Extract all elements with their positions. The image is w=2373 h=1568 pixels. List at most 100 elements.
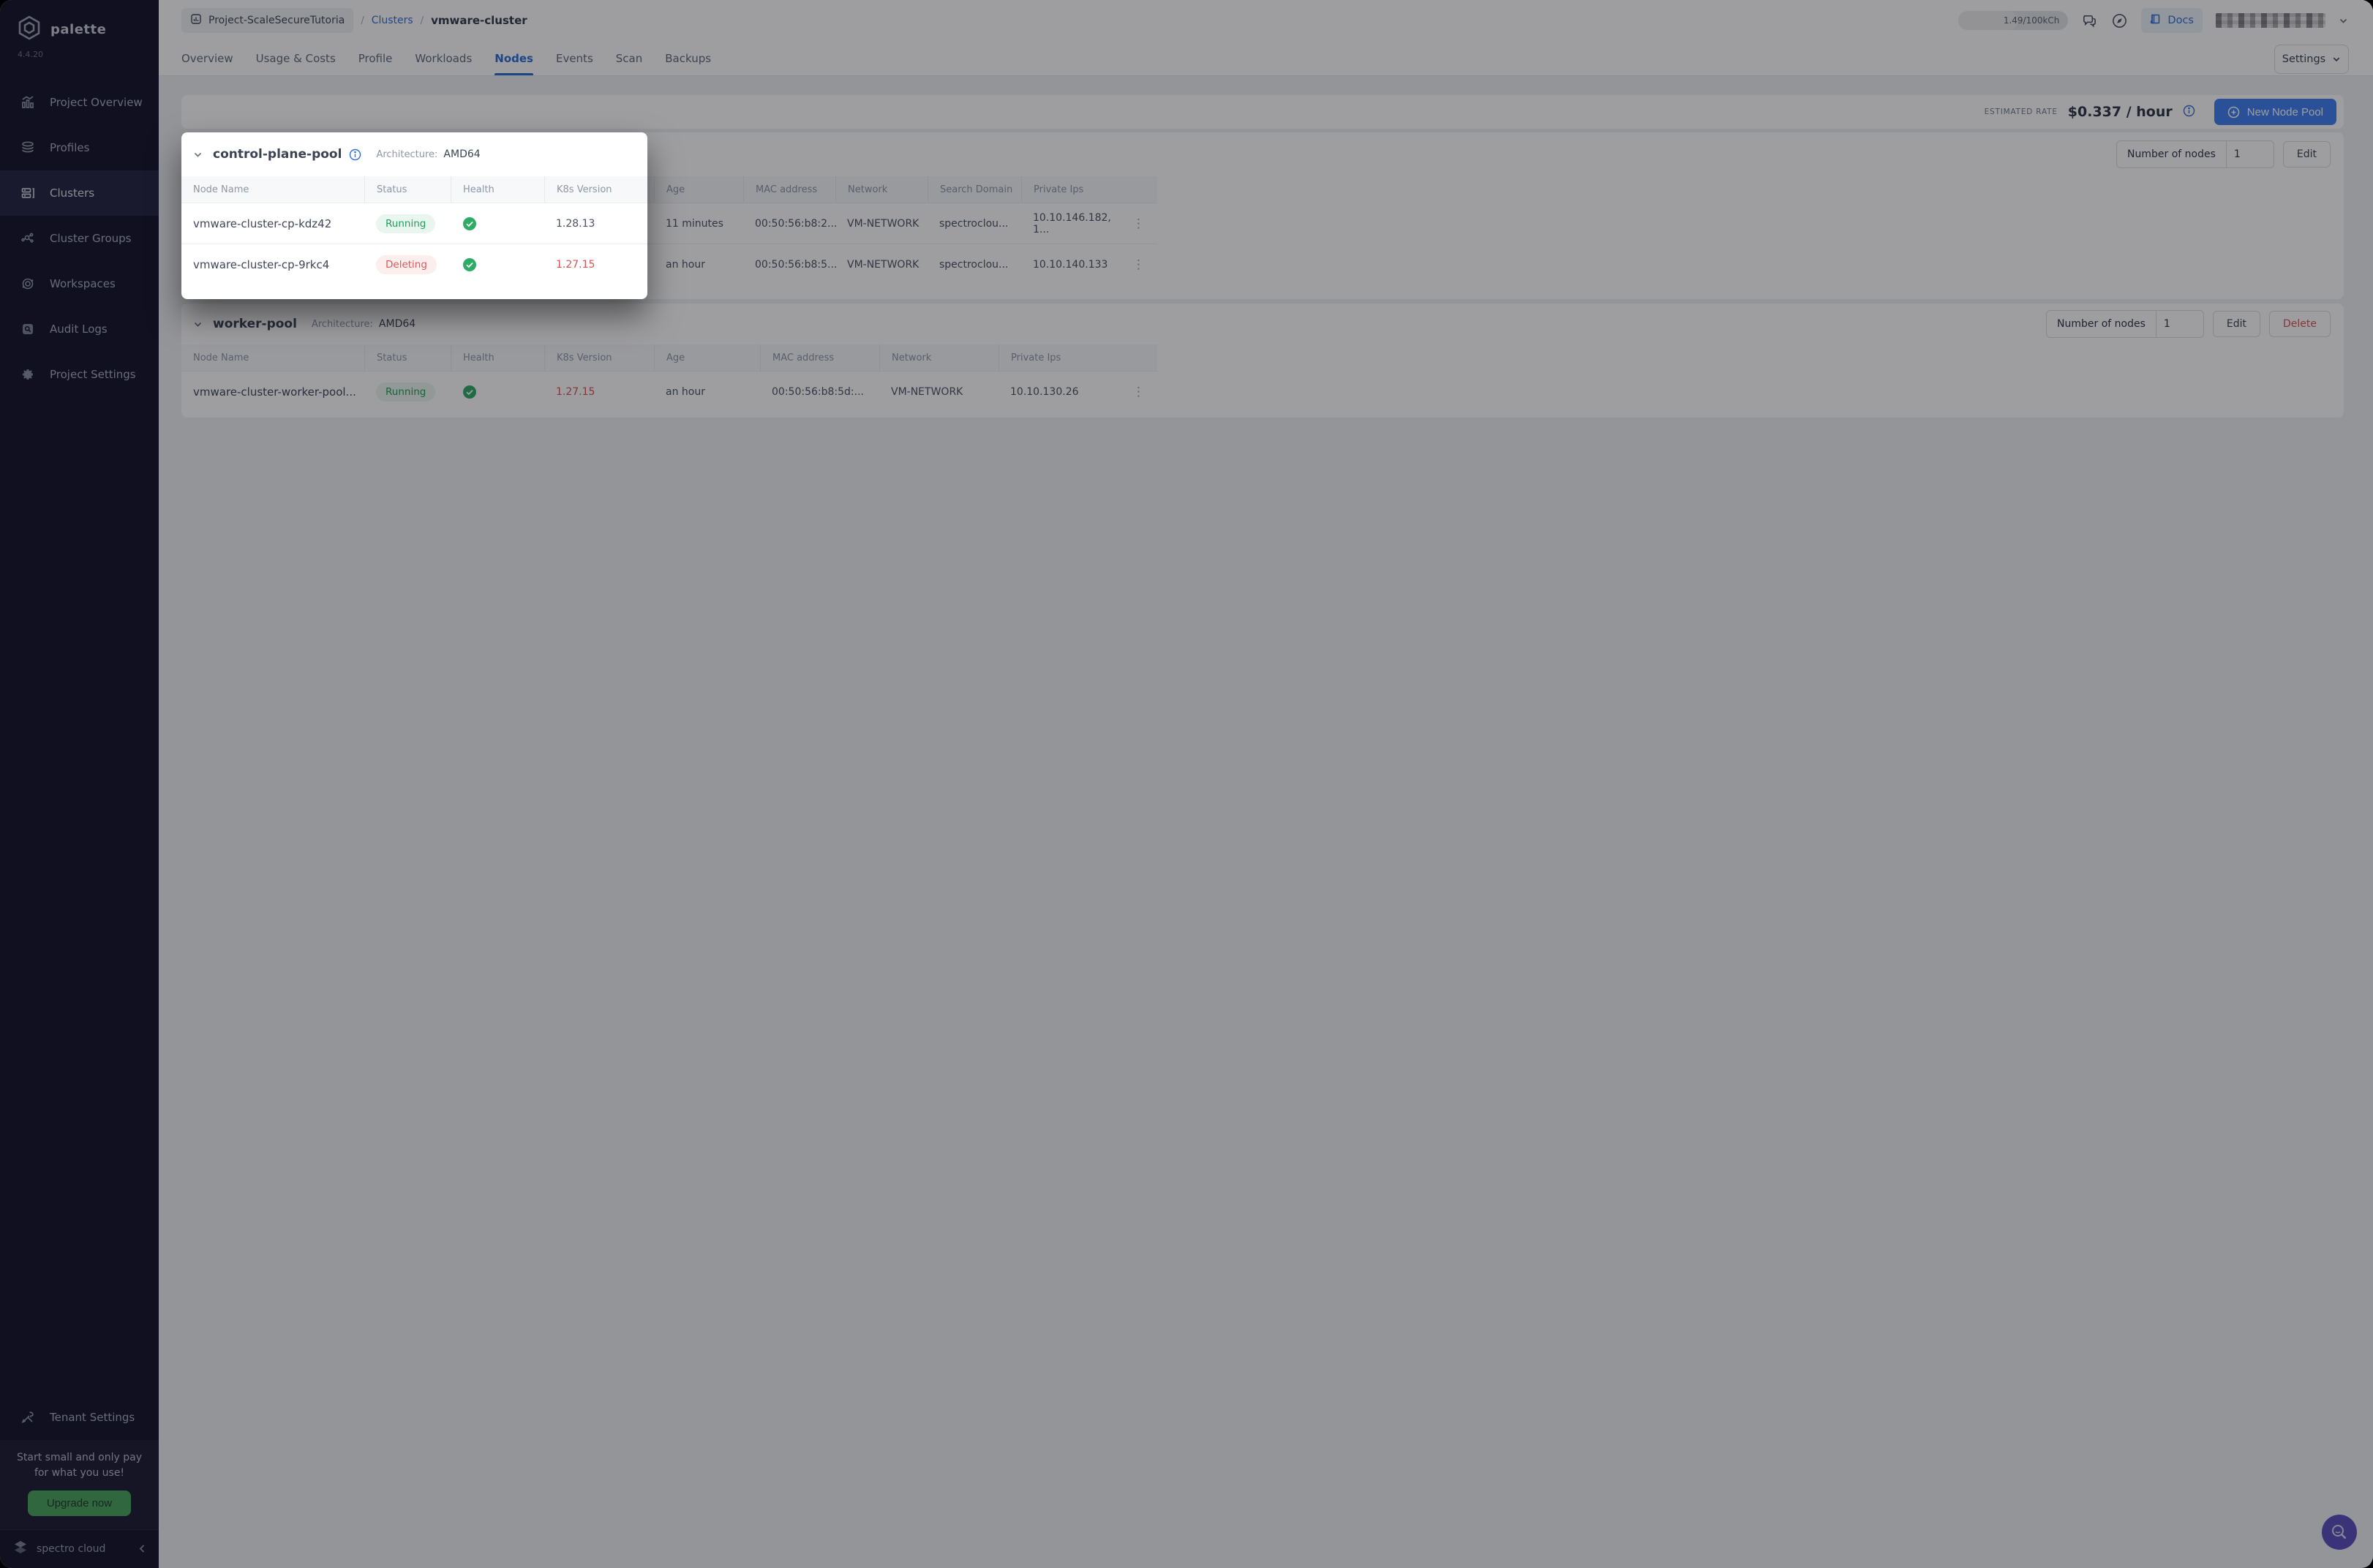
rate-info-icon[interactable] (2183, 105, 2195, 120)
orbit-icon (19, 276, 37, 291)
new-node-pool-button[interactable]: New Node Pool (2214, 99, 2336, 125)
tab-usage-costs[interactable]: Usage & Costs (256, 41, 336, 75)
pool-name: worker-pool (213, 317, 297, 331)
docs-button[interactable]: Docs (2141, 8, 2203, 33)
pool-name: control-plane-pool (213, 147, 342, 162)
row-actions-kebab-icon[interactable]: ⋮ (1128, 371, 1157, 412)
number-of-nodes-control: Number of nodes 1 (2116, 140, 2274, 168)
gear-icon (19, 367, 37, 382)
sidebar-item-tenant-settings[interactable]: Tenant Settings (0, 1395, 159, 1440)
column-header: Age (654, 176, 743, 203)
status-badge: Running (376, 382, 435, 402)
health-ok-icon (462, 385, 477, 399)
sidebar-item-label: Workspaces (50, 277, 116, 290)
sidebar-item-workspaces[interactable]: Workspaces (0, 261, 159, 306)
sidebar-item-audit-logs[interactable]: Audit Logs (0, 306, 159, 352)
column-header-actions (1128, 176, 1157, 203)
node-search-domain: spectroclou... (928, 244, 1021, 284)
architecture-label: Architecture: (312, 319, 373, 330)
node-age: an hour (654, 371, 760, 412)
breadcrumb-separator: / (361, 15, 364, 26)
column-header: Search Domain (928, 176, 1021, 203)
sidebar-bottom: Tenant Settings Start small and only pay… (0, 1395, 159, 1568)
column-header: Private Ips (999, 344, 1128, 371)
sidebar-item-cluster-groups[interactable]: Cluster Groups (0, 216, 159, 261)
node-name: vmware-cluster-worker-pool... (181, 371, 364, 412)
node-status: Running (364, 371, 451, 412)
upgrade-now-button[interactable]: Upgrade now (28, 1490, 131, 1516)
breadcrumb-cluster-name: vmware-cluster (431, 14, 527, 27)
settings-button[interactable]: Settings (2274, 45, 2349, 74)
chart-icon (19, 95, 37, 110)
node-age: an hour (654, 244, 743, 284)
sidebar-item-label: Cluster Groups (50, 232, 132, 245)
worker-pool-section: worker-pool Architecture: AMD64 Number o… (181, 304, 2344, 418)
sidebar-item-profiles[interactable]: Profiles (0, 125, 159, 170)
row-actions-kebab-icon[interactable]: ⋮ (1128, 244, 1157, 284)
sidebar: palette 4.4.20 Project Overview Profiles (0, 0, 159, 1568)
promo-line1: Start small and only pay (17, 1452, 142, 1463)
sidebar-item-clusters[interactable]: Clusters (0, 170, 159, 216)
sidebar-item-project-overview[interactable]: Project Overview (0, 80, 159, 125)
cluster-tabs: Overview Usage & Costs Profile Workloads… (159, 41, 2373, 76)
column-header: Private Ips (1021, 176, 1128, 203)
sidebar-item-label: Clusters (50, 186, 94, 200)
edit-pool-button[interactable]: Edit (2213, 311, 2260, 337)
chat-icon[interactable] (2081, 12, 2098, 29)
delete-pool-button[interactable]: Delete (2269, 311, 2331, 337)
node-search-domain: spectroclou... (928, 203, 1021, 244)
column-header: Network (835, 176, 928, 203)
row-actions-kebab-icon[interactable]: ⋮ (1128, 203, 1157, 244)
breadcrumb-clusters-link[interactable]: Clusters (372, 15, 413, 26)
number-of-nodes-input[interactable]: 1 (2156, 311, 2203, 337)
search-fab-button[interactable] (2322, 1515, 2357, 1550)
promo-text: Start small and only pay for what you us… (10, 1450, 148, 1480)
book-icon (2150, 13, 2162, 28)
tab-profile[interactable]: Profile (358, 41, 393, 75)
collapse-pool-chevron-icon[interactable] (193, 150, 203, 159)
compass-icon[interactable] (2111, 12, 2128, 29)
number-of-nodes-input[interactable]: 1 (2226, 141, 2274, 167)
breadcrumb-project-chip[interactable]: Project-ScaleSecureTutoria (181, 8, 353, 33)
estimated-rate-value: $0.337 / hour (2068, 104, 2173, 120)
topbar: Project-ScaleSecureTutoria / Clusters / … (159, 0, 2373, 41)
tab-nodes[interactable]: Nodes (494, 41, 533, 75)
column-header: Network (879, 344, 999, 371)
user-name-redacted[interactable] (2216, 13, 2325, 28)
upgrade-promo: Start small and only pay for what you us… (0, 1440, 159, 1529)
pool-controls: Number of nodes 1 Edit (2116, 140, 2331, 168)
collapse-pool-chevron-icon[interactable] (193, 320, 203, 329)
node-private-ips: 10.10.146.182, 1... (1021, 203, 1128, 244)
sidebar-item-label: Profiles (50, 141, 89, 154)
tab-backups[interactable]: Backups (665, 41, 711, 75)
tab-workloads[interactable]: Workloads (415, 41, 472, 75)
sidebar-item-label: Project Overview (50, 96, 143, 109)
pool-header: control-plane-pool Architecture: AMD64 N… (181, 132, 2344, 176)
collapse-sidebar-icon[interactable] (138, 1542, 147, 1556)
sidebar-item-project-settings[interactable]: Project Settings (0, 352, 159, 397)
node-private-ips: 10.10.130.26 (999, 371, 1128, 412)
palette-logo-icon (16, 15, 42, 44)
node-health (451, 203, 544, 244)
node-network: VM-NETWORK (835, 244, 928, 284)
tab-events[interactable]: Events (556, 41, 593, 75)
node-name: vmware-cluster-cp-9rkc4 (181, 244, 364, 284)
pool-info-icon[interactable] (349, 148, 361, 161)
column-header-actions (1128, 344, 1157, 371)
architecture-value: AMD64 (379, 318, 415, 330)
node-table-header: Node Name Status Health K8s Version Age … (181, 344, 2344, 371)
app-version: 4.4.20 (0, 47, 159, 59)
edit-pool-button[interactable]: Edit (2283, 141, 2331, 167)
user-menu-chevron-down-icon[interactable] (2339, 16, 2348, 26)
node-health (451, 371, 544, 412)
brand-name: palette (50, 22, 106, 37)
usage-quota-pill[interactable]: 1.49/100kCh (1958, 11, 2068, 30)
docs-label: Docs (2167, 15, 2194, 26)
health-ok-icon (462, 257, 477, 272)
table-row: vmware-cluster-cp-kdz42 Running 1.28.13 … (181, 203, 2344, 244)
control-plane-pool-section: control-plane-pool Architecture: AMD64 N… (181, 132, 2344, 299)
number-of-nodes-control: Number of nodes 1 (2046, 310, 2204, 338)
tab-scan[interactable]: Scan (616, 41, 642, 75)
sidebar-item-label: Audit Logs (50, 323, 108, 336)
tab-overview[interactable]: Overview (181, 41, 233, 75)
